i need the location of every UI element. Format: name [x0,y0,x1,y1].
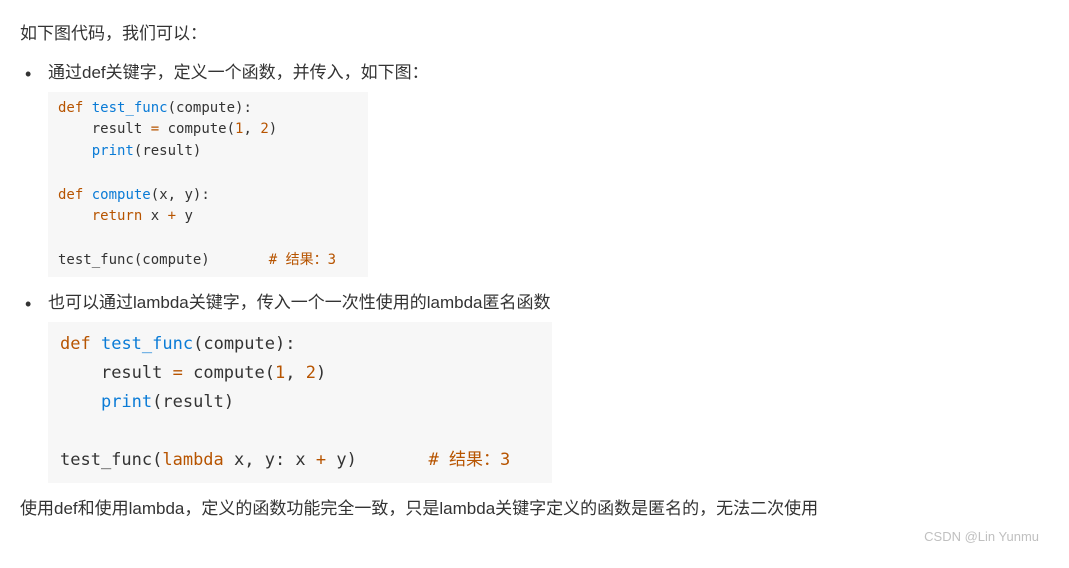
kw-def: def [60,334,91,354]
comment: # 结果：3 [429,450,511,470]
conclusion-text: 使用def和使用lambda，定义的函数功能完全一致，只是lambda关键字定义… [20,495,1049,524]
code-block-1: def test_func(compute): result = compute… [48,92,368,278]
bullet-item-1: 通过def关键字，定义一个函数，并传入，如下图： def test_func(c… [20,59,1049,277]
kw-def: def [58,100,83,116]
bullet-item-2: 也可以通过lambda关键字，传入一个一次性使用的lambda匿名函数 def … [20,289,1049,482]
bullet-2-text: 也可以通过lambda关键字，传入一个一次性使用的lambda匿名函数 [48,289,1049,318]
fn-print: print [101,392,152,412]
kw-lambda: lambda [162,450,223,470]
fn-name: test_func [101,334,193,354]
intro-text: 如下图代码，我们可以： [20,20,1049,49]
kw-return: return [92,208,143,224]
fn-print: print [92,143,134,159]
watermark: CSDN @Lin Yunmu [20,526,1049,548]
fn-name: compute [92,187,151,203]
bullet-list: 通过def关键字，定义一个函数，并传入，如下图： def test_func(c… [20,59,1049,483]
code-block-2: def test_func(compute): result = compute… [48,322,552,482]
comment: # 结果：3 [269,252,336,268]
kw-def: def [58,187,83,203]
fn-name: test_func [92,100,168,116]
bullet-1-text: 通过def关键字，定义一个函数，并传入，如下图： [48,59,1049,88]
